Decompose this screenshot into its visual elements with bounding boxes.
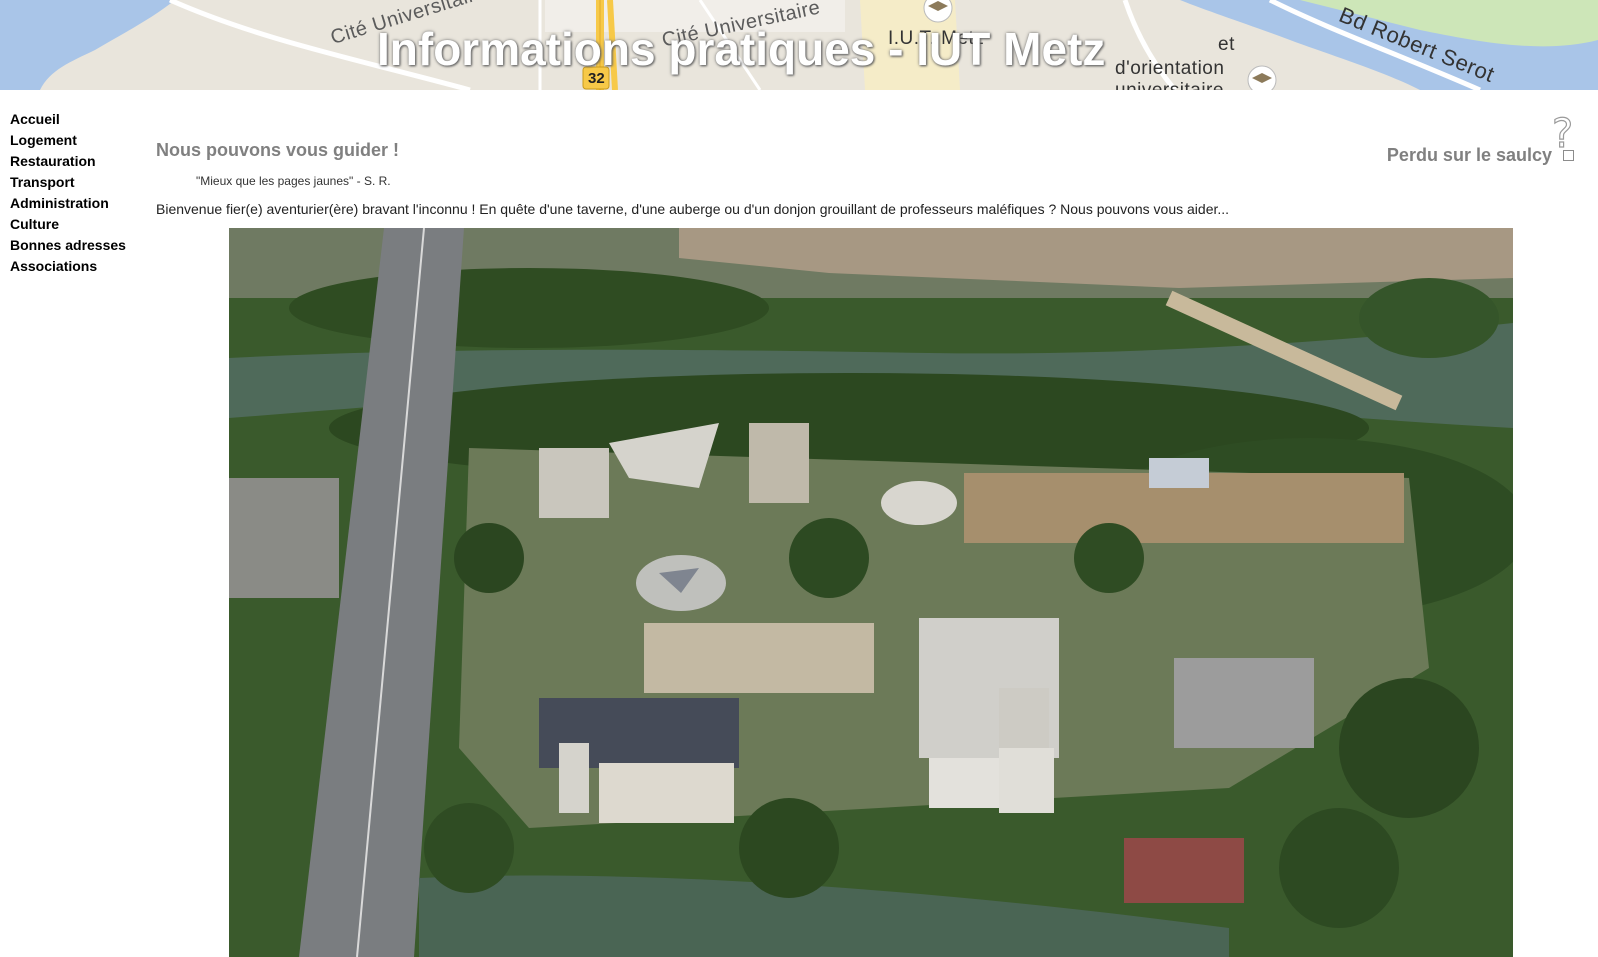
- intro-paragraph: Bienvenue fier(e) aventurier(ère) bravan…: [156, 201, 1230, 217]
- nav-item-restauration[interactable]: Restauration: [10, 151, 140, 172]
- nav-item-culture[interactable]: Culture: [10, 214, 140, 235]
- lost-on-saulcy-link[interactable]: Perdu sur le saulcy: [1387, 145, 1552, 166]
- nav-item-administration[interactable]: Administration: [10, 193, 140, 214]
- map-label-orientation-3: universitaire: [1115, 80, 1224, 90]
- question-mark-icon[interactable]: ?: [1551, 113, 1573, 154]
- checkbox-icon: [1563, 150, 1574, 161]
- quote-text: "Mieux que les pages jaunes" - S. R.: [196, 174, 391, 188]
- section-heading: Nous pouvons vous guider !: [156, 140, 400, 160]
- sidebar-nav: Accueil Logement Restauration Transport …: [10, 109, 140, 277]
- campus-aerial-photo: [229, 228, 1513, 957]
- nav-item-logement[interactable]: Logement: [10, 130, 140, 151]
- map-label-orientation-1: et: [1218, 34, 1235, 55]
- header-map-banner: Cité Universitaire Cité Universitaire I.…: [0, 0, 1598, 90]
- nav-item-accueil[interactable]: Accueil: [10, 109, 140, 130]
- page-title: Informations pratiques - IUT Metz: [377, 23, 1106, 75]
- nav-item-bonnes-adresses[interactable]: Bonnes adresses: [10, 235, 140, 256]
- map-label-orientation-2: d'orientation: [1115, 58, 1225, 79]
- graduation-cap-icon: [1247, 65, 1277, 90]
- nav-item-transport[interactable]: Transport: [10, 172, 140, 193]
- nav-item-associations[interactable]: Associations: [10, 256, 140, 277]
- aerial-photo-illustration: [229, 228, 1513, 957]
